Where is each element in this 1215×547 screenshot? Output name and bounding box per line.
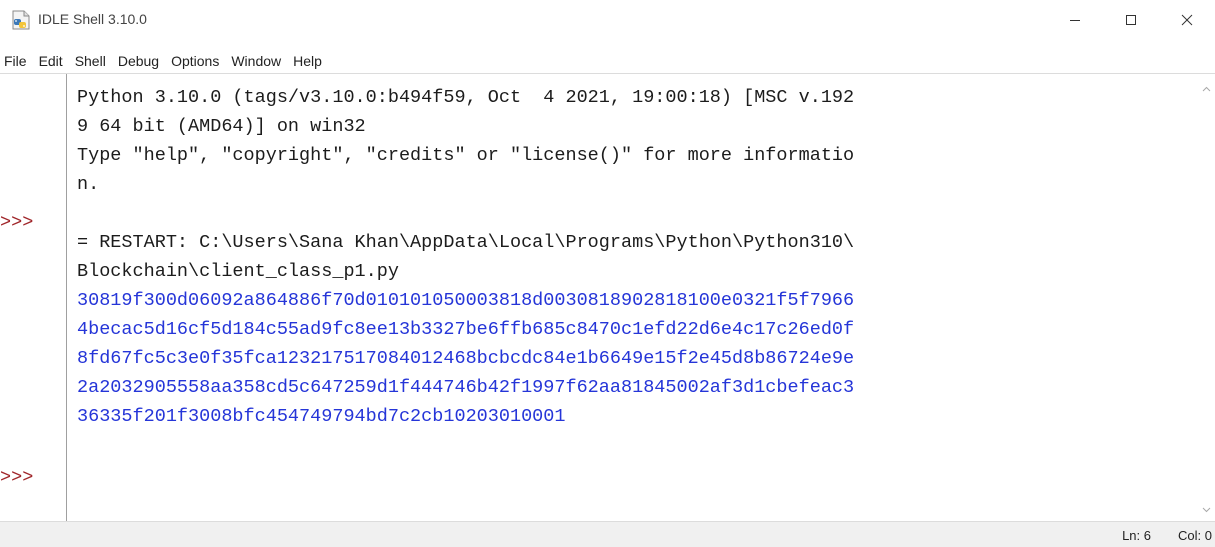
menu-bar: File Edit Shell Debug Options Window Hel…	[0, 50, 1215, 72]
banner-line: Type "help", "copyright", "credits" or "…	[77, 145, 855, 166]
status-bar: Ln: 6 Col: 0	[0, 521, 1215, 547]
stdout-line: 2a2032905558aa358cd5c647259d1f444746b42f…	[77, 377, 855, 398]
title-bar[interactable]: IDLE Shell 3.10.0	[0, 0, 1215, 40]
close-button[interactable]	[1159, 0, 1215, 40]
scroll-down-icon[interactable]	[1201, 502, 1212, 513]
shell-area[interactable]: >>> >>> Python 3.10.0 (tags/v3.10.0:b494…	[0, 73, 1215, 521]
window-title: IDLE Shell 3.10.0	[38, 11, 147, 27]
maximize-icon	[1125, 14, 1137, 26]
menu-file[interactable]: File	[0, 50, 33, 72]
stdout-line: 30819f300d06092a864886f70d01010105000381…	[77, 290, 855, 311]
stdout-line: 36335f201f3008bfc454749794bd7c2cb1020301…	[77, 406, 566, 427]
vertical-scrollbar[interactable]	[1198, 74, 1215, 521]
prompt-gutter: >>> >>>	[0, 74, 66, 521]
input-line[interactable]	[77, 431, 1197, 460]
restart-line: = RESTART: C:\Users\Sana Khan\AppData\Lo…	[77, 232, 855, 253]
menu-options[interactable]: Options	[165, 50, 225, 72]
maximize-button[interactable]	[1103, 0, 1159, 40]
gutter-divider	[66, 74, 67, 521]
banner-line: Python 3.10.0 (tags/v3.10.0:b494f59, Oct…	[77, 87, 855, 108]
divider	[0, 73, 1215, 74]
minimize-icon	[1069, 14, 1081, 26]
stdout-line: 4becac5d16cf5d184c55ad9fc8ee13b3327be6ff…	[77, 319, 855, 340]
shell-prompt: >>>	[0, 467, 34, 488]
menu-edit[interactable]: Edit	[33, 50, 69, 72]
idle-shell-window: IDLE Shell 3.10.0 File Edit Shell Debug …	[0, 0, 1215, 547]
python-idle-icon	[10, 9, 32, 31]
menu-help[interactable]: Help	[287, 50, 328, 72]
menu-debug[interactable]: Debug	[112, 50, 165, 72]
column-indicator: Col: 0	[1178, 528, 1212, 543]
minimize-button[interactable]	[1047, 0, 1103, 40]
close-icon	[1181, 14, 1193, 26]
banner-line: 9 64 bit (AMD64)] on win32	[77, 116, 366, 137]
shell-output[interactable]: Python 3.10.0 (tags/v3.10.0:b494f59, Oct…	[77, 83, 1197, 460]
scroll-up-icon[interactable]	[1201, 82, 1212, 93]
restart-line: Blockchain\client_class_p1.py	[77, 261, 399, 282]
stdout-line: 8fd67fc5c3e0f35fca123217517084012468bcbc…	[77, 348, 855, 369]
line-indicator: Ln: 6	[1122, 528, 1151, 543]
menu-shell[interactable]: Shell	[69, 50, 112, 72]
banner-line: n.	[77, 174, 100, 195]
input-line[interactable]	[77, 199, 1197, 228]
shell-prompt: >>>	[0, 212, 34, 233]
menu-window[interactable]: Window	[225, 50, 287, 72]
